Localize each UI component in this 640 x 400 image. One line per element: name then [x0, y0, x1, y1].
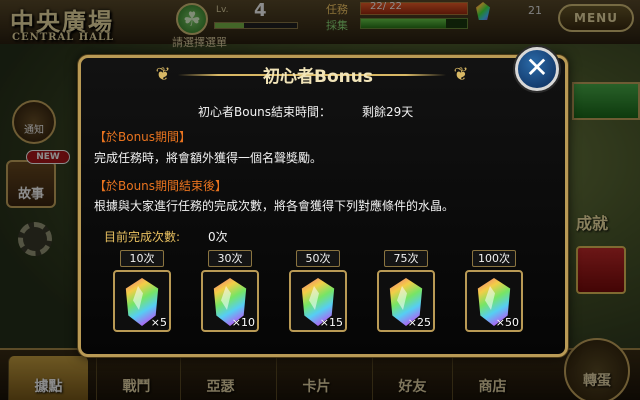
reward-threshold: 100次	[472, 250, 516, 267]
reward-item: ×25	[377, 270, 435, 332]
ornament-left-icon: ❦	[155, 64, 171, 85]
reward-quantity: ×15	[319, 316, 343, 329]
section-after-bonus-text: 根據與大家進行任務的完成次數，將各會獲得下列對應條件的水晶。	[94, 199, 455, 213]
reward-item: ×15	[289, 270, 347, 332]
end-time-value: 剩餘29天	[362, 105, 414, 119]
reward-threshold: 50次	[296, 250, 340, 267]
close-button[interactable]: ✕	[515, 47, 559, 91]
reward-quantity: ×10	[231, 316, 255, 329]
reward-quantity: ×5	[150, 316, 167, 329]
dialog-title: 初心者Bonus	[263, 67, 373, 87]
reward-threshold: 10次	[120, 250, 164, 267]
reward-quantity: ×25	[407, 316, 431, 329]
reward-item: ×10	[201, 270, 259, 332]
completion-count-value: 0次	[208, 230, 228, 244]
reward-threshold: 30次	[208, 250, 252, 267]
end-time-label: 初心者Bouns結束時間：	[198, 105, 332, 119]
reward-item: ×50	[465, 270, 523, 332]
section-after-bonus-heading: 【於Bouns期間結束後】	[94, 179, 228, 193]
ornament-right-icon: ❦	[453, 64, 469, 85]
section-during-bonus-heading: 【於Bonus期間】	[94, 130, 192, 144]
reward-threshold: 75次	[384, 250, 428, 267]
reward-item: ×5	[113, 270, 171, 332]
section-during-bonus-text: 完成任務時，將會額外獲得一個名聲獎勵。	[94, 151, 323, 165]
completion-count-label: 目前完成次數:	[104, 230, 181, 244]
reward-quantity: ×50	[495, 316, 519, 329]
